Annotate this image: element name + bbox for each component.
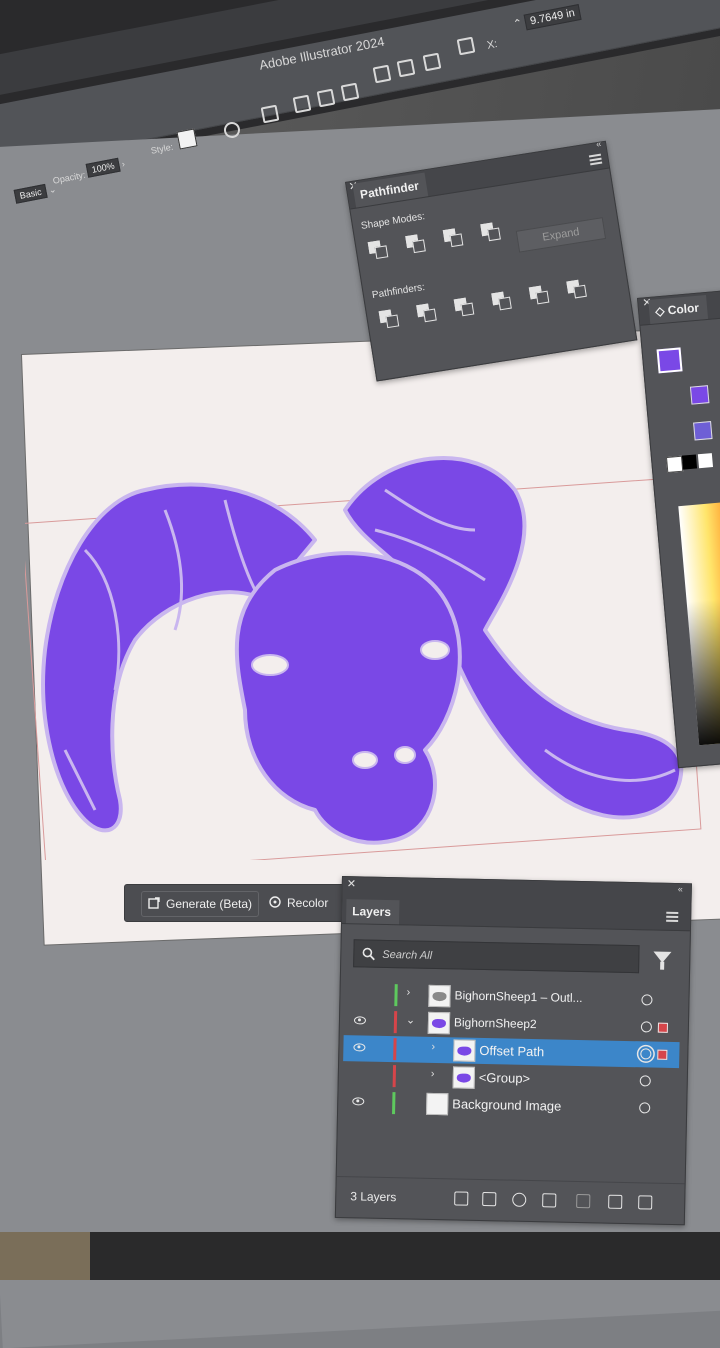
- exclude-icon[interactable]: [480, 222, 501, 243]
- color-spectrum[interactable]: [678, 498, 720, 746]
- outline-icon[interactable]: [528, 285, 550, 306]
- expand-button[interactable]: Expand: [515, 217, 607, 253]
- fill-color-chip[interactable]: [689, 385, 710, 405]
- trash-icon[interactable]: [638, 1195, 653, 1210]
- recolor-button[interactable]: Recolor: [263, 891, 334, 915]
- unite-icon[interactable]: [367, 239, 389, 260]
- layers-footer: 3 Layers: [335, 1175, 685, 1225]
- eye-icon[interactable]: [353, 1043, 366, 1052]
- reference-point-icon[interactable]: [456, 36, 476, 56]
- layers-search-input[interactable]: Search All: [353, 939, 640, 974]
- new-sublayer-icon[interactable]: [576, 1193, 591, 1209]
- layer-name: Background Image: [452, 1096, 562, 1114]
- layer-name: BighornSheep2: [453, 1015, 537, 1032]
- layer-name: BighornSheep1 – Outl...: [454, 988, 583, 1006]
- layer-color-bar: [394, 984, 398, 1007]
- crop-icon[interactable]: [491, 291, 512, 312]
- trim-icon[interactable]: [416, 303, 437, 324]
- layer-name: <Group>: [478, 1069, 531, 1086]
- layer-color-bar: [392, 1065, 397, 1088]
- fill-swatch[interactable]: [656, 347, 683, 374]
- layer-count: 3 Layers: [350, 1189, 397, 1205]
- align-middle-icon[interactable]: [396, 58, 416, 78]
- layers-panel: ✕ « Layers Search All › BighornSheep1 – …: [334, 876, 692, 1226]
- panel-menu-icon[interactable]: [666, 910, 679, 924]
- layer-thumbnail: [452, 1066, 476, 1089]
- layers-panel-header: ✕ « Layers: [341, 877, 691, 932]
- target-icon[interactable]: [640, 1021, 653, 1033]
- collapse-icon[interactable]: «: [678, 884, 683, 894]
- intersect-icon[interactable]: [442, 227, 464, 248]
- minus-back-icon[interactable]: [566, 279, 587, 300]
- eye-icon[interactable]: [352, 1097, 365, 1106]
- filter-icon[interactable]: [653, 951, 672, 963]
- align-bottom-icon[interactable]: [422, 52, 442, 72]
- chevron-right-icon[interactable]: ›: [431, 1041, 435, 1053]
- eye-icon[interactable]: [353, 1016, 367, 1025]
- align-right-icon[interactable]: [340, 82, 360, 102]
- layer-thumbnail: [426, 1092, 449, 1116]
- panel-menu-icon[interactable]: [588, 152, 603, 168]
- x-label: X:: [486, 38, 499, 52]
- layer-thumbnail: [453, 1039, 476, 1062]
- align-center-icon[interactable]: [316, 88, 336, 108]
- close-icon[interactable]: ✕: [347, 877, 356, 890]
- new-layer-icon[interactable]: [608, 1194, 623, 1209]
- tab-color[interactable]: ◇ Color: [648, 294, 708, 324]
- layer-color-bar: [393, 1038, 397, 1061]
- pathfinder-panel: ✕ Pathfinder « Shape Modes: Expand Pathf…: [345, 139, 638, 382]
- layer-name: Offset Path: [479, 1042, 545, 1060]
- desk-surface: [0, 1232, 720, 1280]
- collect-for-export-icon[interactable]: [454, 1191, 469, 1206]
- export-icon[interactable]: [482, 1192, 497, 1207]
- align-top-icon[interactable]: [372, 64, 392, 84]
- none-swatch[interactable]: [665, 455, 684, 474]
- black-swatch[interactable]: [681, 454, 698, 470]
- minus-front-icon[interactable]: [405, 233, 426, 254]
- selection-indicator[interactable]: [657, 1022, 668, 1033]
- generate-button[interactable]: Generate (Beta): [141, 891, 260, 917]
- tab-layers[interactable]: Layers: [346, 899, 400, 925]
- align-left-icon[interactable]: [292, 94, 312, 114]
- merge-icon[interactable]: [453, 297, 475, 318]
- chevron-right-icon[interactable]: ›: [406, 986, 410, 998]
- layer-thumbnail: [427, 1011, 451, 1035]
- document-setup-icon[interactable]: [260, 104, 280, 124]
- target-icon[interactable]: [641, 994, 653, 1006]
- layer-color-bar: [392, 1092, 396, 1115]
- clipping-mask-icon[interactable]: [542, 1193, 557, 1208]
- white-swatch[interactable]: [697, 453, 714, 469]
- bighorn-sheep-artwork[interactable]: [25, 430, 705, 860]
- contextual-task-bar: Generate (Beta) Recolor: [124, 884, 356, 922]
- style-swatch[interactable]: [176, 128, 198, 150]
- desk-object: [0, 1232, 90, 1280]
- search-icon: [362, 947, 375, 961]
- pathfinders-label: Pathfinders:: [371, 281, 426, 302]
- generate-icon: [148, 897, 160, 909]
- target-icon[interactable]: [640, 1048, 652, 1060]
- shape-modes-label: Shape Modes:: [360, 210, 426, 232]
- web-safe-chip[interactable]: [693, 421, 713, 441]
- locate-object-icon[interactable]: [512, 1192, 527, 1207]
- target-icon[interactable]: [639, 1075, 651, 1087]
- recolor-icon: [269, 896, 281, 908]
- layer-color-bar: [393, 1011, 398, 1034]
- target-icon[interactable]: [639, 1102, 651, 1114]
- divide-icon[interactable]: [378, 309, 400, 330]
- chevron-right-icon[interactable]: ›: [431, 1068, 435, 1080]
- layer-thumbnail: [428, 984, 451, 1008]
- selection-indicator[interactable]: [657, 1049, 668, 1060]
- chevron-down-icon[interactable]: ⌄: [406, 1013, 415, 1026]
